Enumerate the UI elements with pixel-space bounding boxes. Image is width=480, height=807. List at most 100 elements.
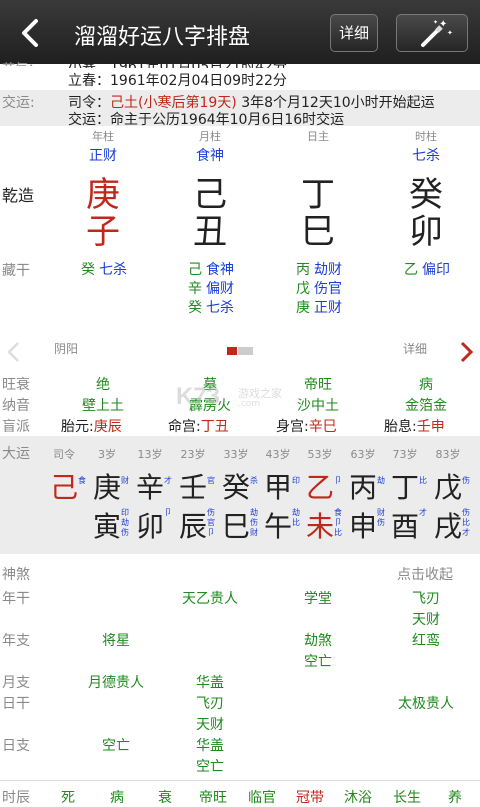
shensha-item: 华盖 — [196, 675, 224, 691]
bottom-item: 病 — [110, 790, 124, 806]
canggan-shishen: 正财 — [314, 300, 342, 316]
pillar-header: 日主 — [307, 130, 329, 143]
dayun-age: 23岁 — [180, 448, 206, 461]
canggan-gan: 庚 — [296, 300, 310, 316]
canggan-gan: 辛 — [188, 281, 202, 297]
chevron-right-icon — [460, 341, 474, 363]
bottom-divider — [0, 780, 480, 781]
bottom-item: 帝旺 — [199, 790, 227, 806]
dayun-zhi-tag: 劫比 — [292, 508, 300, 527]
dayun-gan-tag: 卩 — [334, 476, 342, 485]
mangpai-prefix: 身宫: — [276, 419, 309, 435]
canggan-item: 戊伤官 — [296, 278, 342, 298]
canggan-gan: 己 — [188, 262, 202, 278]
back-arrow-icon — [22, 19, 38, 47]
shensha-row-label: 日支 — [2, 738, 30, 754]
bottom-item: 长生 — [393, 790, 421, 806]
bottom-item: 临官 — [248, 790, 276, 806]
mangpai-label: 盲派 — [2, 419, 30, 435]
mangpai-item: 命宫:丁丑 — [168, 416, 229, 436]
canggan-item: 乙偏印 — [404, 259, 450, 279]
page-title: 溜溜好运八字排盘 — [74, 25, 251, 50]
pager-left-button[interactable] — [4, 340, 24, 364]
shensha-item: 将星 — [102, 633, 130, 649]
pillar-header: 月柱 — [199, 130, 221, 143]
dayun-zhi: 酉 — [390, 510, 419, 543]
dayun-zhi: 申 — [348, 510, 377, 543]
canggan-item: 丙劫财 — [296, 259, 342, 279]
chevron-left-icon — [7, 342, 19, 362]
dayun-zhi: 寅 — [92, 510, 121, 543]
info-line-1: 小寒：1961年01月05日21时42分 — [68, 59, 287, 68]
detail-button[interactable]: 详细 — [330, 14, 378, 52]
shensha-item: 飞刃 — [412, 591, 440, 607]
svg-text:✦: ✦ — [447, 29, 453, 37]
shensha-item: 飞刃 — [196, 696, 224, 712]
dayun-age: 3岁 — [98, 448, 116, 461]
pager-right-button[interactable] — [456, 340, 476, 364]
bottom-item: 沐浴 — [344, 790, 372, 806]
pillar-zhi: 卯 — [409, 212, 443, 252]
canggan-shishen: 伤官 — [314, 281, 342, 297]
dayun-age: 83岁 — [435, 448, 461, 461]
magic-button[interactable]: ✦ ✦ ✦ — [396, 14, 468, 52]
dayun-age: 司令 — [53, 448, 75, 461]
mangpai-item: 胎息:壬申 — [384, 416, 445, 436]
canggan-shishen: 七杀 — [99, 262, 127, 278]
dayun-gan-tag: 财 — [121, 476, 129, 485]
pillar-header: 时柱 — [415, 130, 437, 143]
mangpai-value: 丁丑 — [200, 419, 229, 435]
canggan-item: 癸七杀 — [188, 297, 234, 317]
dayun-gan: 丁 — [390, 471, 419, 504]
dayun-age: 43岁 — [265, 448, 291, 461]
dayun-gan: 癸 — [221, 471, 250, 504]
dayun-gan: 庚 — [92, 471, 121, 504]
canggan-shishen: 七杀 — [206, 300, 234, 316]
shensha-item: 天财 — [412, 612, 440, 628]
canggan-shishen: 偏财 — [206, 281, 234, 297]
shensha-item: 红鸾 — [412, 633, 440, 649]
dayun-gan: 乙 — [305, 471, 334, 504]
canggan-shishen: 偏印 — [422, 262, 450, 278]
shensha-item: 空亡 — [102, 738, 130, 754]
page-indicator — [227, 347, 253, 355]
mangpai-prefix: 胎元: — [61, 419, 94, 435]
bottom-label: 时辰 — [2, 790, 30, 806]
dayun-gan-tag: 印 — [292, 476, 300, 485]
page-dot — [238, 347, 253, 355]
back-button[interactable] — [14, 16, 48, 50]
dayun-zhi-tag: 伤比才 — [462, 508, 470, 537]
dayun-age: 73岁 — [392, 448, 418, 461]
dayun-gan: 甲 — [263, 471, 292, 504]
nayin-value: 金箔金 — [405, 398, 447, 414]
shensha-item: 劫煞 — [304, 633, 332, 649]
shensha-item: 太极贵人 — [398, 696, 454, 712]
dayun-age: 13岁 — [137, 448, 163, 461]
app-header: 溜溜好运八字排盘 详细 ✦ ✦ ✦ — [0, 0, 480, 64]
qianzao-label: 乾造 — [2, 186, 35, 205]
mangpai-prefix: 胎息: — [384, 419, 417, 435]
shensha-item: 天乙贵人 — [182, 591, 238, 607]
detail-button-label: 详细 — [338, 24, 369, 42]
dayun-zhi-tag: 伤官卩 — [207, 508, 215, 537]
dayun-gan-tag: 伤 — [462, 476, 470, 485]
pillar-header: 年柱 — [92, 130, 114, 143]
canggan-gan: 癸 — [81, 262, 95, 278]
canggan-item: 癸七杀 — [81, 259, 127, 279]
pillar-shishen: 七杀 — [412, 148, 440, 164]
canggan-gan: 丙 — [296, 262, 310, 278]
mangpai-item: 胎元:庚辰 — [61, 416, 122, 436]
pillar-zhi: 丑 — [193, 212, 227, 252]
dayun-zhi-tag: 劫伤财 — [250, 508, 258, 537]
magic-wand-icon: ✦✦✦ — [421, 19, 453, 47]
nayin-label: 纳音 — [2, 398, 30, 414]
pillar-zhi: 子 — [86, 212, 120, 252]
canggan-item: 辛偏财 — [188, 278, 234, 298]
bottom-item: 衰 — [158, 790, 172, 806]
shensha-toggle-button[interactable]: 点击收起 — [397, 564, 453, 584]
dayun-age: 63岁 — [350, 448, 376, 461]
mangpai-value: 辛巳 — [308, 419, 337, 435]
dayun-age: 33岁 — [223, 448, 249, 461]
watermark-logo: K73 游戏之家 .com — [176, 383, 282, 410]
mangpai-value: 庚辰 — [93, 419, 122, 435]
